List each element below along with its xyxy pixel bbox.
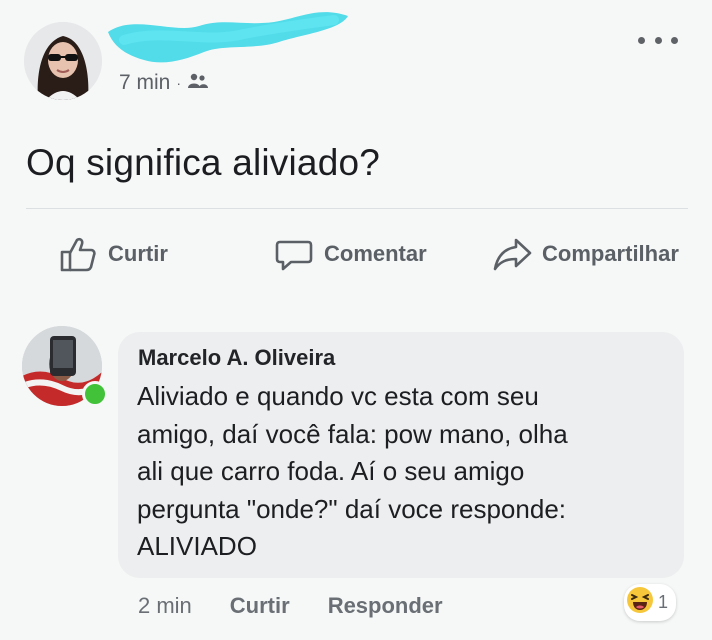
comment-time[interactable]: 2 min [138, 593, 192, 619]
online-status-indicator [82, 381, 108, 407]
redacted-name [108, 12, 348, 63]
post-meta: 7 min · [119, 71, 209, 95]
comment-button[interactable]: Comentar [274, 234, 427, 274]
post-text: Oq significa aliviado? [26, 142, 381, 183]
meta-separator: · [176, 75, 182, 91]
like-label: Curtir [108, 241, 168, 266]
comment-like-link[interactable]: Curtir [230, 593, 290, 619]
speech-bubble-icon [274, 234, 314, 274]
comment-text: Aliviado e quando vc esta com seu amigo,… [137, 381, 568, 561]
friends-icon [187, 71, 209, 95]
comment-footer: 2 min Curtir Responder [138, 593, 443, 619]
reaction-count: 1 [658, 592, 669, 612]
thumbs-up-icon [58, 234, 98, 274]
share-arrow-icon [492, 234, 532, 274]
comment-reactions[interactable]: 1 [624, 584, 677, 621]
comment-label: Comentar [324, 241, 427, 266]
author-avatar[interactable] [24, 22, 102, 100]
divider [26, 208, 688, 209]
share-button[interactable]: Compartilhar [492, 234, 679, 274]
post-time[interactable]: 7 min [119, 71, 170, 95]
more-options-icon[interactable] [638, 30, 678, 50]
comment-reply-link[interactable]: Responder [328, 593, 443, 619]
share-label: Compartilhar [542, 241, 679, 266]
post-header: 7 min · [0, 0, 712, 110]
haha-emoji-icon [626, 586, 654, 619]
comment-author[interactable]: Marcelo A. Oliveira [138, 345, 335, 371]
like-button[interactable]: Curtir [58, 234, 168, 274]
post-actions: Curtir Comentar Compartilhar [0, 228, 712, 278]
